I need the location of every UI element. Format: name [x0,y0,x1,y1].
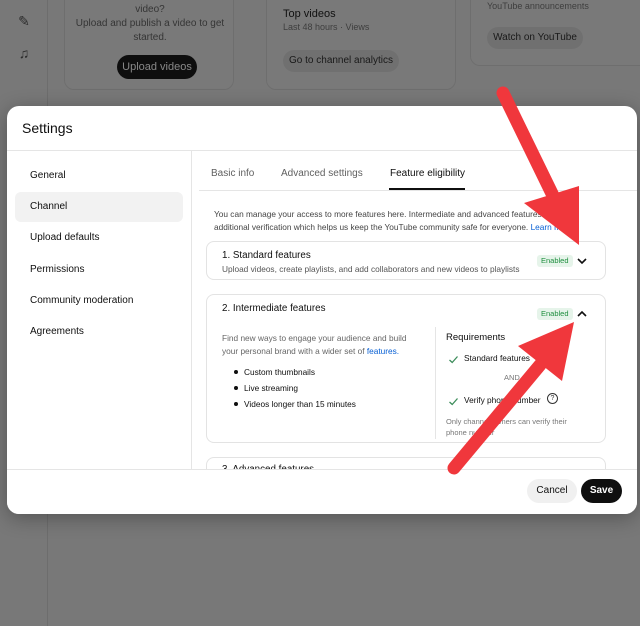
intermediate-features-panel: 2. Intermediate features Enabled Find ne… [206,294,606,443]
requirement-note-line: phone number [446,428,495,437]
check-icon [448,394,459,406]
settings-dialog: Settings General Channel Upload defaults… [7,106,637,514]
tab-advanced-settings[interactable]: Advanced settings [281,168,363,179]
intro-line: You can manage your access to more featu… [214,209,570,219]
intro-line: additional verification which helps us k… [214,221,594,234]
tab-basic-info[interactable]: Basic info [211,168,254,179]
nav-item-community-moderation[interactable]: Community moderation [15,286,183,316]
nav-divider [191,151,192,471]
requirements-title: Requirements [446,332,506,343]
chevron-down-icon[interactable] [575,254,589,268]
requirement-verify-phone: Verify phone number [464,395,541,405]
nav-item-channel[interactable]: Channel [15,192,183,222]
intermediate-desc-line: your personal brand with a wider set of … [222,345,427,358]
list-item: Videos longer than 15 minutes [232,396,356,412]
feature-intro: You can manage your access to more featu… [214,208,594,234]
nav-item-permissions[interactable]: Permissions [15,255,183,285]
enabled-badge: Enabled [537,255,573,267]
intermediate-feature-list: Custom thumbnails Live streaming Videos … [232,364,356,412]
requirements-divider [435,327,436,439]
enabled-badge: Enabled [537,308,573,320]
cancel-button[interactable]: Cancel [527,479,577,503]
requirement-note: Only channel owners can verify their pho… [446,416,596,438]
learn-more-link[interactable]: Learn more [531,222,573,232]
nav-item-agreements[interactable]: Agreements [15,317,183,347]
intermediate-desc-line: Find new ways to engage your audience an… [222,333,407,343]
intermediate-features-title: 2. Intermediate features [222,303,326,314]
standard-features-panel[interactable]: 1. Standard features Upload videos, crea… [206,241,606,280]
intro-line-text: additional verification which helps us k… [214,222,529,232]
save-button[interactable]: Save [581,479,622,503]
tabs-divider [199,190,637,191]
dialog-title: Settings [22,120,73,136]
check-icon [448,352,459,364]
intermediate-desc: Find new ways to engage your audience an… [222,332,427,358]
settings-nav: General Channel Upload defaults Permissi… [7,151,191,471]
intermediate-desc-text: your personal brand with a wider set of [222,346,365,356]
features-link[interactable]: features. [367,346,399,356]
standard-features-desc: Upload videos, create playlists, and add… [222,264,520,274]
standard-features-title: 1. Standard features [222,250,311,261]
nav-item-upload-defaults[interactable]: Upload defaults [15,223,183,253]
requirement-and: AND [504,373,520,382]
requirement-standard-features: Standard features [464,353,530,363]
list-item: Live streaming [232,380,356,396]
tab-feature-eligibility[interactable]: Feature eligibility [390,168,465,179]
nav-item-general[interactable]: General [15,161,183,191]
chevron-up-icon[interactable] [575,307,589,321]
list-item: Custom thumbnails [232,364,356,380]
help-icon[interactable]: ? [547,393,558,404]
requirement-note-line: Only channel owners can verify their [446,417,567,426]
